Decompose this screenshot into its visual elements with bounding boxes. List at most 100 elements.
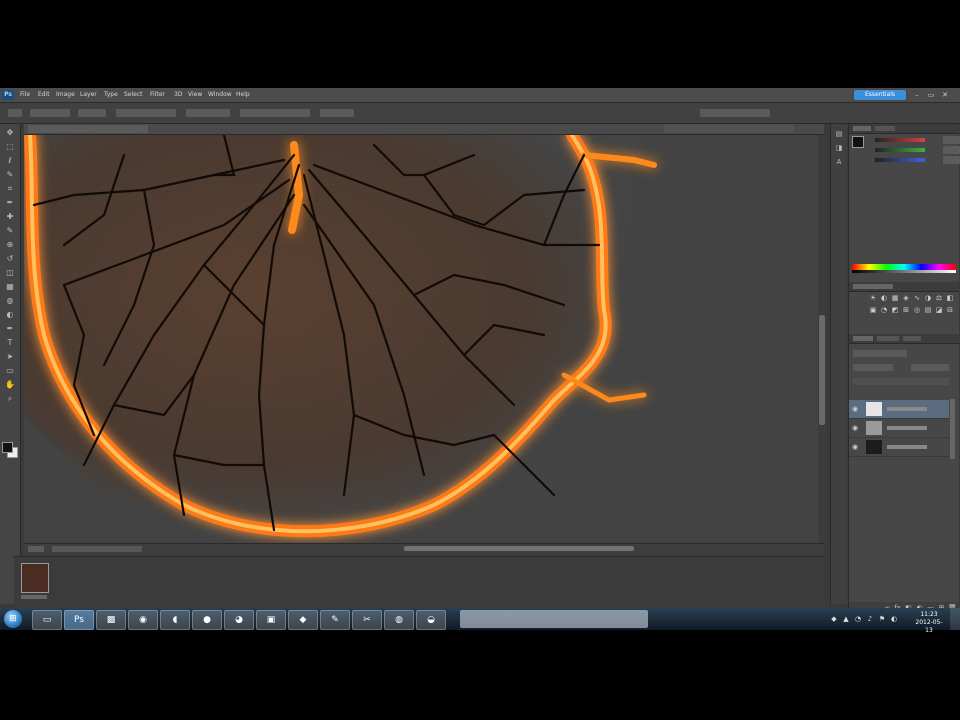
option-field[interactable] <box>30 109 70 117</box>
tray-icon[interactable]: ⚑ <box>878 615 886 623</box>
menu-window[interactable]: Window <box>208 91 232 98</box>
minimize-icon[interactable]: – <box>912 90 922 100</box>
menu-type[interactable]: Type <box>104 91 118 98</box>
move-tool-icon[interactable]: ✥ <box>4 128 16 138</box>
photoshop-taskbar-app[interactable]: Ps <box>64 610 94 630</box>
color-foreground-swatch[interactable] <box>852 136 864 148</box>
clone-stamp-tool-icon[interactable]: ⊕ <box>4 240 16 250</box>
tool-preset-picker[interactable] <box>8 109 22 117</box>
marquee-tool-icon[interactable]: ⬚ <box>4 142 16 152</box>
adjustment-icon[interactable]: ∿ <box>913 294 921 302</box>
lock-row[interactable] <box>853 378 949 385</box>
menu-edit[interactable]: Edit <box>38 91 50 98</box>
menu-filter[interactable]: Filter <box>150 91 165 98</box>
option-field[interactable] <box>320 109 354 117</box>
layer-row[interactable]: ◉ <box>849 400 949 419</box>
crop-tool-icon[interactable]: ⌗ <box>4 184 16 194</box>
taskbar-clock[interactable]: 11:23 2012-05-13 <box>912 611 946 635</box>
menu-3d[interactable]: 3D <box>174 91 182 98</box>
visibility-eye-icon[interactable]: ◉ <box>852 405 860 413</box>
adjustment-icon[interactable]: ◪ <box>935 306 943 314</box>
tab-paths[interactable] <box>903 336 921 341</box>
option-field[interactable] <box>186 109 230 117</box>
menu-view[interactable]: View <box>188 91 202 98</box>
type-tool-icon[interactable]: T <box>4 338 16 348</box>
document-tab[interactable] <box>28 125 148 133</box>
tab-color[interactable] <box>853 126 871 131</box>
tray-icon[interactable]: ♪ <box>866 615 874 623</box>
adjustment-icon[interactable]: ⚖ <box>935 294 943 302</box>
app-8-taskbar-app[interactable]: ▣ <box>256 610 286 630</box>
tab-adjustments[interactable] <box>853 284 893 289</box>
menu-image[interactable]: Image <box>56 91 75 98</box>
dodge-tool-icon[interactable]: ◐ <box>4 310 16 320</box>
app-3-taskbar-app[interactable]: ▩ <box>96 610 126 630</box>
adjustment-icon[interactable]: ◔ <box>880 306 888 314</box>
explorer-taskbar-app[interactable]: ▭ <box>32 610 62 630</box>
opacity-field[interactable] <box>911 364 949 371</box>
healing-tool-icon[interactable]: ✚ <box>4 212 16 222</box>
document-info[interactable] <box>52 546 142 552</box>
layers-scrollbar[interactable] <box>950 399 955 459</box>
adjustment-icon[interactable]: ◐ <box>880 294 888 302</box>
layer-filter-dropdown[interactable] <box>853 350 907 357</box>
adjustment-icon[interactable]: ◧ <box>946 294 954 302</box>
adjustment-icon[interactable]: ▤ <box>924 306 932 314</box>
properties-icon[interactable]: ◨ <box>834 144 844 153</box>
tray-icon[interactable]: ▲ <box>842 615 850 623</box>
layer-row[interactable]: ◉ <box>849 419 949 438</box>
app-9-taskbar-app[interactable]: ◆ <box>288 610 318 630</box>
gradient-tool-icon[interactable]: ▦ <box>4 282 16 292</box>
maximize-icon[interactable]: ▭ <box>926 90 936 100</box>
horizontal-scroll-thumb[interactable] <box>404 546 634 551</box>
scroll-thumb[interactable] <box>819 315 825 425</box>
foreground-color-swatch[interactable] <box>2 442 13 453</box>
menu-layer[interactable]: Layer <box>80 91 97 98</box>
canvas[interactable] <box>24 135 820 545</box>
quick-select-tool-icon[interactable]: ✎ <box>4 170 16 180</box>
eyedropper-tool-icon[interactable]: ✒ <box>4 198 16 208</box>
pen-tool-icon[interactable]: ✒ <box>4 324 16 334</box>
color-slider-r[interactable] <box>865 136 960 144</box>
layer-row[interactable]: ◉ <box>849 438 949 457</box>
tray-icon[interactable]: ◐ <box>890 615 898 623</box>
app-4-taskbar-app[interactable]: ◉ <box>128 610 158 630</box>
start-button[interactable]: ⊞ <box>4 610 22 628</box>
visibility-eye-icon[interactable]: ◉ <box>852 443 860 451</box>
adjustment-icon[interactable]: ▣ <box>869 306 877 314</box>
document-tab[interactable] <box>664 125 794 133</box>
document-thumbnail[interactable] <box>21 563 49 593</box>
adjustment-icon[interactable]: ◑ <box>924 294 932 302</box>
history-brush-tool-icon[interactable]: ↺ <box>4 254 16 264</box>
adjustment-icon[interactable]: ▦ <box>891 294 899 302</box>
tab-layers[interactable] <box>853 336 873 341</box>
app-6-taskbar-app[interactable]: ● <box>192 610 222 630</box>
option-field[interactable] <box>116 109 176 117</box>
hand-tool-icon[interactable]: ✋ <box>4 380 16 390</box>
app-10-taskbar-app[interactable]: ✎ <box>320 610 350 630</box>
brush-tool-icon[interactable]: ✎ <box>4 226 16 236</box>
adjustment-icon[interactable]: ⊟ <box>946 306 954 314</box>
menu-help[interactable]: Help <box>236 91 250 98</box>
option-field[interactable] <box>78 109 106 117</box>
path-select-tool-icon[interactable]: ➤ <box>4 352 16 362</box>
show-desktop-button[interactable] <box>950 608 960 630</box>
app-5-taskbar-app[interactable]: ◖ <box>160 610 190 630</box>
shape-tool-icon[interactable]: ▭ <box>4 366 16 376</box>
adjustment-icon[interactable]: ⊞ <box>902 306 910 314</box>
app-11-taskbar-app[interactable]: ✂ <box>352 610 382 630</box>
zoom-field[interactable] <box>28 546 44 552</box>
menu-select[interactable]: Select <box>124 91 143 98</box>
character-icon[interactable]: A <box>834 158 844 167</box>
blur-tool-icon[interactable]: ◍ <box>4 296 16 306</box>
option-field[interactable] <box>240 109 310 117</box>
close-icon[interactable]: ✕ <box>940 90 950 100</box>
tab-channels[interactable] <box>877 336 899 341</box>
menu-file[interactable]: File <box>20 91 30 98</box>
blend-mode-dropdown[interactable] <box>853 364 893 371</box>
adjustment-icon[interactable]: ◎ <box>913 306 921 314</box>
eraser-tool-icon[interactable]: ◫ <box>4 268 16 278</box>
app-13-taskbar-app[interactable]: ◒ <box>416 610 446 630</box>
tray-icon[interactable]: ◆ <box>830 615 838 623</box>
app-12-taskbar-app[interactable]: ◍ <box>384 610 414 630</box>
